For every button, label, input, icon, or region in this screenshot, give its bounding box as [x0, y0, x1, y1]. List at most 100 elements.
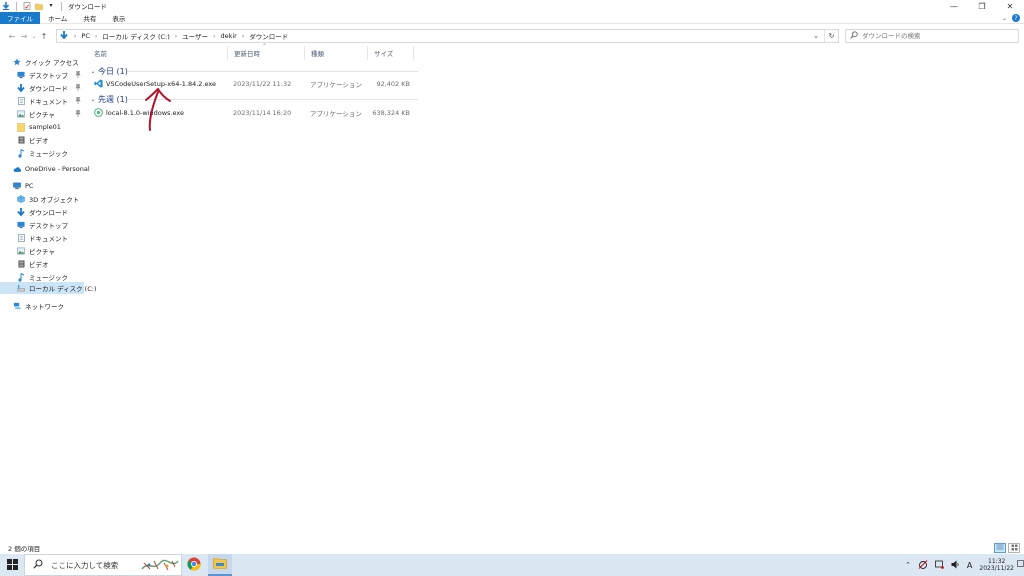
nav-network[interactable]: ネットワーク: [0, 300, 84, 312]
desktop-icon: [17, 221, 25, 229]
pin-icon[interactable]: [75, 110, 81, 117]
notification-center-button[interactable]: [1016, 554, 1024, 576]
nav-quick-music[interactable]: ミュージック: [0, 147, 84, 159]
column-header-size[interactable]: サイズ: [368, 46, 414, 60]
ime-indicator[interactable]: A: [967, 561, 972, 570]
taskbar-file-explorer[interactable]: [208, 554, 232, 576]
chevron-down-icon[interactable]: ⌄: [88, 96, 98, 103]
breadcrumb-user[interactable]: dekir: [220, 32, 236, 40]
breadcrumb-local-disk[interactable]: ローカル ディスク (C:): [102, 31, 169, 41]
file-date: 2023/11/14 16:20: [233, 108, 292, 117]
computer-icon: [13, 182, 21, 190]
refresh-button[interactable]: ↻: [824, 30, 838, 42]
search-input[interactable]: [862, 32, 1012, 40]
nav-pc-3d-objects[interactable]: 3D オブジェクト: [0, 193, 84, 205]
nav-pc-downloads[interactable]: ダウンロード: [0, 206, 84, 218]
nav-network-label: ネットワーク: [25, 303, 64, 311]
ribbon-tabs: ファイル ホーム 共有 表示 ⌄ ?: [0, 11, 1024, 24]
breadcrumb-separator: ›: [74, 32, 77, 40]
up-arrow-icon: ↑: [40, 31, 48, 41]
properties-icon[interactable]: [23, 2, 31, 10]
start-button[interactable]: [0, 554, 24, 576]
nav-pc-local-disk[interactable]: ローカル ディスク (C:): [0, 282, 96, 294]
device-icon[interactable]: [935, 560, 944, 571]
network-status-icon[interactable]: [918, 559, 928, 571]
address-history-button[interactable]: ⌄: [810, 30, 822, 42]
window-controls: — ❐ ✕: [940, 0, 1024, 12]
search-icon: [850, 31, 858, 41]
nav-pc[interactable]: PC: [0, 180, 84, 192]
breadcrumb-separator[interactable]: ›: [95, 33, 97, 40]
tab-share[interactable]: 共有: [75, 12, 104, 24]
breadcrumb-users[interactable]: ユーザー: [182, 31, 208, 41]
tab-home[interactable]: ホーム: [40, 12, 75, 24]
column-header-date[interactable]: 更新日時 ⌃: [228, 43, 305, 60]
nav-pc-videos[interactable]: ビデオ: [0, 258, 84, 270]
group-header-label: 先週 (1): [98, 94, 128, 104]
address-bar[interactable]: › PC › ローカル ディスク (C:) › ユーザー › dekir › ダ…: [56, 29, 839, 43]
back-button[interactable]: ←: [6, 29, 18, 43]
breadcrumb-separator[interactable]: ›: [175, 33, 177, 40]
tab-file[interactable]: ファイル: [0, 11, 40, 24]
customize-chevron-icon[interactable]: ▾: [47, 2, 55, 10]
help-icon[interactable]: ?: [1012, 14, 1020, 22]
new-folder-icon[interactable]: [35, 2, 43, 10]
pin-icon[interactable]: [75, 84, 81, 91]
show-hidden-icons-icon[interactable]: ⌃: [905, 561, 911, 569]
breadcrumb-separator[interactable]: ›: [242, 33, 244, 40]
taskbar-search-placeholder: ここに入力して検索: [51, 560, 119, 570]
search-box[interactable]: [845, 29, 1019, 43]
speaker-icon[interactable]: [951, 560, 960, 571]
nav-item-label: ダウンロード: [29, 209, 68, 217]
download-arrow-icon: [2, 2, 10, 10]
breadcrumb-downloads[interactable]: ダウンロード: [249, 31, 288, 41]
breadcrumb-pc[interactable]: PC: [81, 32, 89, 40]
navigation-bar: ← → ⌄ ↑ › PC › ローカル ディスク (C:) › ユーザー › d…: [0, 28, 1024, 44]
recent-locations-button[interactable]: ⌄: [30, 29, 38, 43]
file-date: 2023/11/22 11:32: [233, 79, 292, 88]
file-explorer-icon: [213, 557, 227, 571]
clock[interactable]: 11:32 2023/11/22: [979, 558, 1014, 572]
clock-time: 11:32: [988, 558, 1006, 565]
forward-button[interactable]: →: [18, 29, 30, 43]
nav-quick-pictures[interactable]: ピクチャ: [0, 108, 84, 120]
pin-icon[interactable]: [75, 97, 81, 104]
chevron-down-icon: ⌄: [31, 32, 37, 40]
column-header-name[interactable]: 名前: [88, 46, 228, 60]
nav-quick-documents[interactable]: ドキュメント: [0, 95, 84, 107]
nav-pc-pictures[interactable]: ピクチャ: [0, 245, 84, 257]
nav-item-label: ドキュメント: [29, 235, 68, 243]
chevron-down-icon[interactable]: ⌄: [88, 68, 98, 75]
nav-pc-desktop[interactable]: デスクトップ: [0, 219, 84, 231]
cloud-icon: [13, 165, 21, 173]
nav-item-label: デスクトップ: [29, 72, 68, 80]
close-button[interactable]: ✕: [996, 0, 1024, 12]
pin-icon[interactable]: [75, 71, 81, 78]
taskbar-chrome[interactable]: [182, 554, 206, 576]
column-header-type[interactable]: 種類: [305, 46, 368, 60]
nav-quick-downloads[interactable]: ダウンロード: [0, 82, 84, 94]
nav-pc-documents[interactable]: ドキュメント: [0, 232, 84, 244]
maximize-button[interactable]: ❐: [968, 0, 996, 12]
expand-ribbon-icon[interactable]: ⌄: [1002, 15, 1007, 22]
minimize-button[interactable]: —: [940, 0, 968, 12]
videos-icon: [17, 260, 25, 268]
tab-view[interactable]: 表示: [104, 12, 133, 24]
file-row[interactable]: VSCodeUserSetup-x64-1.84.2.exe 2023/11/2…: [88, 77, 418, 90]
nav-item-label: ビデオ: [29, 261, 49, 269]
group-header-label: 今日 (1): [98, 66, 128, 76]
nav-quick-sample01[interactable]: sample01: [0, 121, 84, 133]
local-disk-icon: [17, 284, 25, 292]
nav-quick-videos[interactable]: ビデオ: [0, 134, 84, 146]
details-view-button[interactable]: [994, 543, 1006, 553]
nav-item-label: ダウンロード: [29, 85, 68, 93]
nav-onedrive[interactable]: OneDrive - Personal: [0, 163, 90, 175]
breadcrumb-separator[interactable]: ›: [213, 33, 215, 40]
nav-item-label: ドキュメント: [29, 98, 68, 106]
3d-objects-icon: [17, 195, 25, 203]
large-icons-view-button[interactable]: [1008, 543, 1020, 553]
nav-quick-access[interactable]: クイック アクセス: [0, 56, 84, 68]
file-row[interactable]: local-8.1.0-windows.exe 2023/11/14 16:20…: [88, 106, 418, 119]
up-button[interactable]: ↑: [38, 29, 50, 43]
nav-quick-desktop[interactable]: デスクトップ: [0, 69, 84, 81]
